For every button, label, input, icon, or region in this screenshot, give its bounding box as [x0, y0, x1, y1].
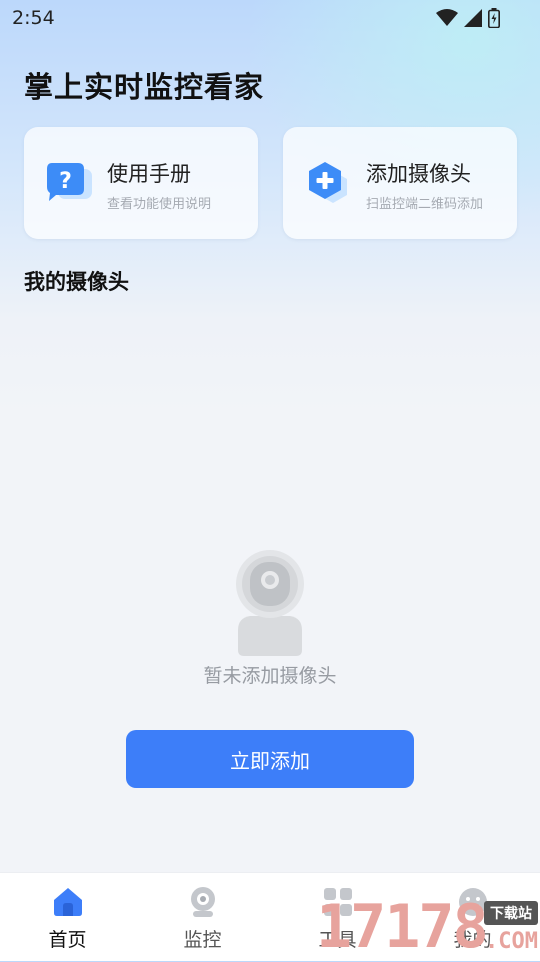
watermark-suffix: .COM [485, 929, 538, 954]
battery-icon [488, 8, 500, 28]
add-camera-card[interactable]: 添加摄像头 扫监控端二维码添加 [283, 127, 517, 239]
help-question-icon: ? [47, 163, 92, 201]
add-camera-subtitle: 扫监控端二维码添加 [366, 197, 484, 212]
site-watermark: 17178 下载站 .COM [316, 895, 540, 960]
signal-icon [464, 9, 482, 27]
watermark-badge: 下载站 [484, 901, 538, 925]
my-cameras-heading: 我的摄像头 [24, 270, 129, 294]
status-bar: 2:54 [0, 0, 540, 36]
add-hexagon-icon [309, 162, 347, 203]
status-time: 2:54 [12, 7, 55, 29]
watermark-digits: 17178 [316, 892, 489, 962]
nav-home[interactable]: 首页 [0, 873, 135, 961]
camera-icon [190, 887, 215, 917]
page-title: 掌上实时监控看家 [24, 70, 265, 104]
home-icon [53, 888, 82, 916]
nav-monitor[interactable]: 监控 [135, 873, 270, 961]
add-now-button[interactable]: 立即添加 [126, 730, 414, 788]
svg-text:?: ? [59, 169, 72, 194]
user-manual-subtitle: 查看功能使用说明 [107, 197, 212, 212]
nav-monitor-label: 监控 [183, 929, 222, 951]
wifi-icon [436, 9, 458, 26]
empty-state-text: 暂未添加摄像头 [203, 665, 337, 687]
add-camera-title: 添加摄像头 [366, 162, 471, 186]
user-manual-title: 使用手册 [107, 162, 191, 186]
nav-home-label: 首页 [48, 929, 87, 951]
status-icons [436, 8, 500, 28]
user-manual-card[interactable]: ? 使用手册 查看功能使用说明 [24, 127, 258, 239]
camera-illustration-icon [236, 550, 304, 656]
